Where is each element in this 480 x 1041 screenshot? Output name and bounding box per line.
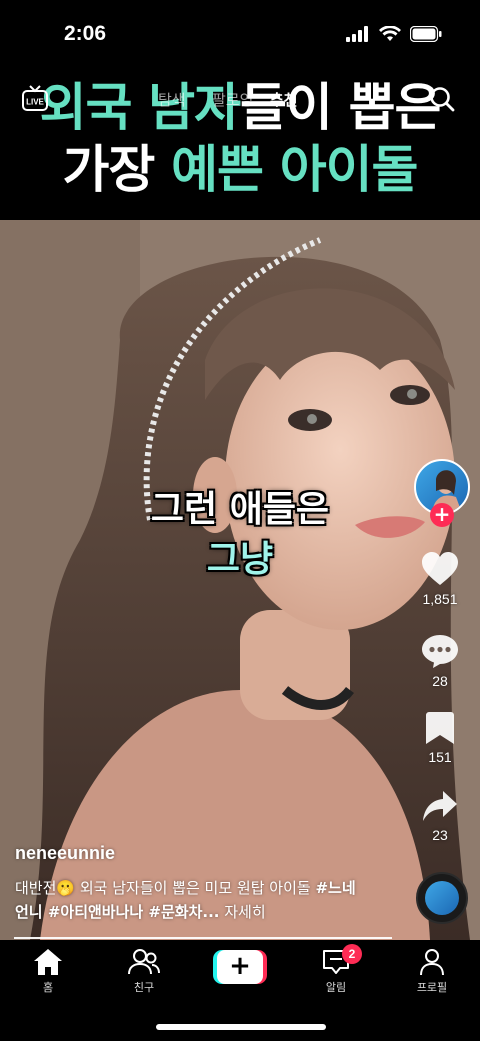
share-arrow-icon: [423, 791, 457, 821]
comment-count: 28: [432, 673, 448, 689]
status-icons: [346, 26, 442, 42]
heart-icon: [422, 552, 458, 585]
nav-profile[interactable]: 프로필: [392, 948, 472, 995]
tab-following[interactable]: 팔로잉: [212, 89, 253, 110]
create-button[interactable]: +: [213, 950, 267, 984]
search-button[interactable]: [428, 85, 456, 113]
headline-line-2: 가장 예쁜 아이돌: [0, 140, 480, 202]
comment-button[interactable]: 28: [400, 633, 480, 689]
see-more-link[interactable]: 자세히: [219, 903, 265, 921]
plus-icon: +: [217, 950, 263, 984]
share-button[interactable]: 23: [400, 789, 480, 843]
video-progress-fill: [14, 937, 392, 939]
wifi-icon: [379, 26, 401, 41]
nav-friends[interactable]: 친구: [104, 948, 184, 995]
home-icon: [34, 949, 62, 975]
tab-explore[interactable]: 탐색: [158, 89, 186, 110]
search-icon: [430, 87, 455, 112]
live-label: LIVE: [26, 98, 44, 107]
nav-home-label: 홈: [42, 981, 54, 994]
like-count: 1,851: [422, 591, 458, 607]
post-username[interactable]: neneeunnie: [15, 843, 115, 864]
nav-inbox-label: 알림: [325, 981, 347, 994]
headline-white-2: 가장: [62, 141, 172, 200]
status-bar: 2:06: [0, 0, 480, 70]
top-nav: LIVE 탐색 팔로잉 추천: [0, 82, 480, 118]
save-button[interactable]: 151: [400, 711, 480, 765]
like-button[interactable]: 1,851: [400, 551, 480, 607]
follow-button[interactable]: +: [430, 503, 454, 527]
nav-friends-label: 친구: [133, 981, 155, 994]
nav-profile-label: 프로필: [416, 981, 448, 994]
nav-inbox[interactable]: 2 알림: [296, 944, 376, 995]
bookmark-icon: [426, 712, 454, 744]
live-tv-icon: LIVE: [22, 85, 48, 111]
signal-icon: [346, 26, 368, 42]
video-progress-bar[interactable]: [14, 937, 392, 939]
music-disc-cover: [425, 881, 459, 915]
tab-for-you[interactable]: 추천: [270, 89, 298, 110]
battery-icon: [410, 26, 442, 42]
music-disc[interactable]: [416, 872, 468, 924]
save-count: 151: [428, 749, 452, 765]
home-indicator: [156, 1024, 326, 1030]
status-time: 2:06: [64, 22, 107, 45]
inbox-badge: 2: [342, 944, 362, 964]
video-caption-line-1: 그런 애들은: [150, 489, 330, 530]
headline-accent-2: 예쁜 아이돌: [171, 141, 418, 200]
description-text: 대반전🫢 외국 남자들이 뽑은 미모 원탑 아이돌: [15, 879, 316, 897]
comment-icon: [422, 635, 458, 668]
profile-icon: [420, 949, 444, 976]
post-description[interactable]: 대반전🫢 외국 남자들이 뽑은 미모 원탑 아이돌 #느네언니 #아티앤바나나 …: [15, 876, 360, 924]
friends-icon: [128, 949, 160, 975]
share-count: 23: [432, 827, 448, 843]
live-button[interactable]: LIVE: [20, 84, 50, 114]
nav-home[interactable]: 홈: [8, 948, 88, 995]
